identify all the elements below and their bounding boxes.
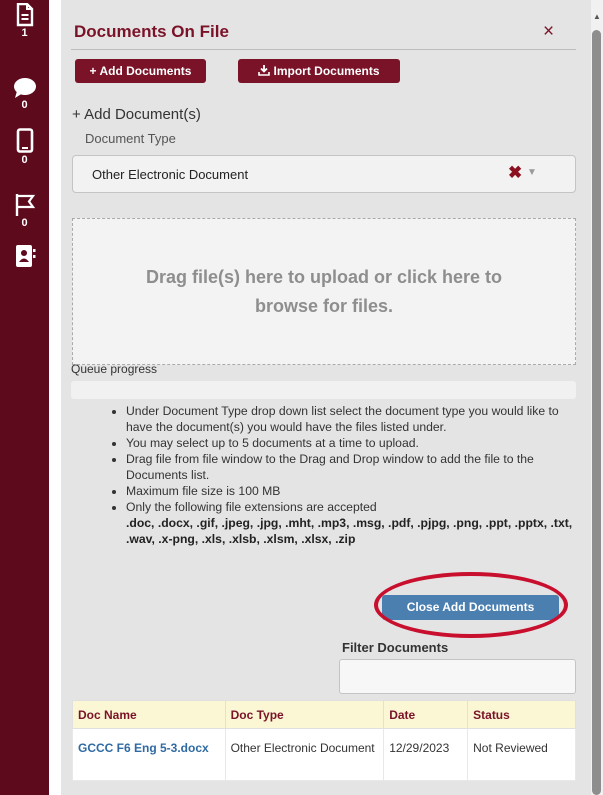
add-documents-button[interactable]: + Add Documents — [75, 59, 206, 83]
rail-item-messages[interactable]: 0 — [0, 77, 49, 111]
column-header-status[interactable]: Status — [467, 700, 576, 729]
document-link[interactable]: GCCC F6 Eng 5-3.docx — [78, 741, 209, 755]
column-header-doc-type[interactable]: Doc Type — [224, 700, 385, 729]
column-header-date[interactable]: Date — [383, 700, 469, 729]
instruction-item-extensions: Only the following file extensions are a… — [126, 499, 576, 547]
flag-icon — [15, 194, 35, 216]
dropzone-text: Drag file(s) here to upload or click her… — [145, 266, 503, 316]
import-documents-label: Import Documents — [273, 64, 380, 78]
queue-progress-bar — [71, 381, 576, 399]
instruction-item: Drag file from file window to the Drag a… — [126, 451, 576, 483]
documents-table: Doc Name Doc Type Date Status GCCC F6 En… — [72, 700, 576, 781]
upload-instructions: Under Document Type drop down list selec… — [106, 403, 576, 547]
file-dropzone[interactable]: Drag file(s) here to upload or click her… — [72, 218, 576, 365]
queue-progress-label: Queue progress — [71, 362, 158, 376]
cell-date: 12/29/2023 — [383, 728, 469, 781]
table-header-row: Doc Name Doc Type Date Status — [72, 700, 576, 729]
rail-item-mobile[interactable]: 0 — [0, 128, 49, 166]
left-rail: 1 0 0 0 — [0, 0, 49, 795]
documents-panel: Documents On File × + Add Documents Impo… — [61, 0, 591, 795]
column-header-doc-name[interactable]: Doc Name — [72, 700, 226, 729]
cell-doc-name: GCCC F6 Eng 5-3.docx — [72, 728, 226, 781]
close-add-documents-button[interactable]: Close Add Documents — [382, 595, 559, 620]
close-panel-button[interactable]: × — [543, 22, 554, 42]
rail-count-messages: 0 — [21, 99, 28, 111]
add-documents-label: + Add Documents — [89, 64, 192, 78]
accepted-extensions: .doc, .docx, .gif, .jpeg, .jpg, .mht, .m… — [126, 516, 573, 546]
add-documents-section-title: + Add Document(s) — [72, 106, 201, 123]
instruction-item: Under Document Type drop down list selec… — [126, 403, 576, 435]
import-documents-button[interactable]: Import Documents — [238, 59, 400, 83]
chevron-down-icon[interactable]: ▼ — [527, 167, 537, 178]
document-type-label: Document Type — [85, 131, 176, 146]
title-divider — [71, 49, 576, 50]
filter-documents-label: Filter Documents — [342, 640, 449, 655]
rail-item-flags[interactable]: 0 — [0, 193, 49, 229]
rail-count-flags: 0 — [21, 217, 28, 229]
rail-item-contacts[interactable] — [0, 244, 49, 268]
download-icon — [258, 65, 271, 76]
scroll-up-arrow-icon[interactable]: ▲ — [593, 12, 601, 21]
clear-selection-icon[interactable]: ✖ — [508, 163, 522, 183]
panel-title: Documents On File — [74, 22, 229, 41]
extensions-intro: Only the following file extensions are a… — [126, 500, 377, 514]
contact-card-icon — [15, 245, 35, 267]
instruction-item: Maximum file size is 100 MB — [126, 483, 576, 499]
cell-doc-type: Other Electronic Document — [224, 728, 385, 781]
filter-documents-input[interactable] — [339, 659, 576, 694]
document-type-select[interactable]: Other Electronic Document ✖ ▼ — [72, 155, 576, 193]
table-row: GCCC F6 Eng 5-3.docx Other Electronic Do… — [72, 728, 576, 781]
scrollbar-thumb[interactable] — [592, 30, 601, 795]
rail-item-documents[interactable]: 1 — [0, 3, 49, 39]
rail-count-mobile: 0 — [21, 154, 28, 166]
document-type-value: Other Electronic Document — [92, 167, 249, 182]
rail-count-documents: 1 — [21, 27, 28, 39]
instruction-item: You may select up to 5 documents at a ti… — [126, 435, 576, 451]
mobile-phone-icon — [16, 128, 33, 153]
cell-status: Not Reviewed — [467, 728, 576, 781]
chat-bubble-icon — [13, 78, 36, 98]
document-icon — [16, 3, 33, 27]
